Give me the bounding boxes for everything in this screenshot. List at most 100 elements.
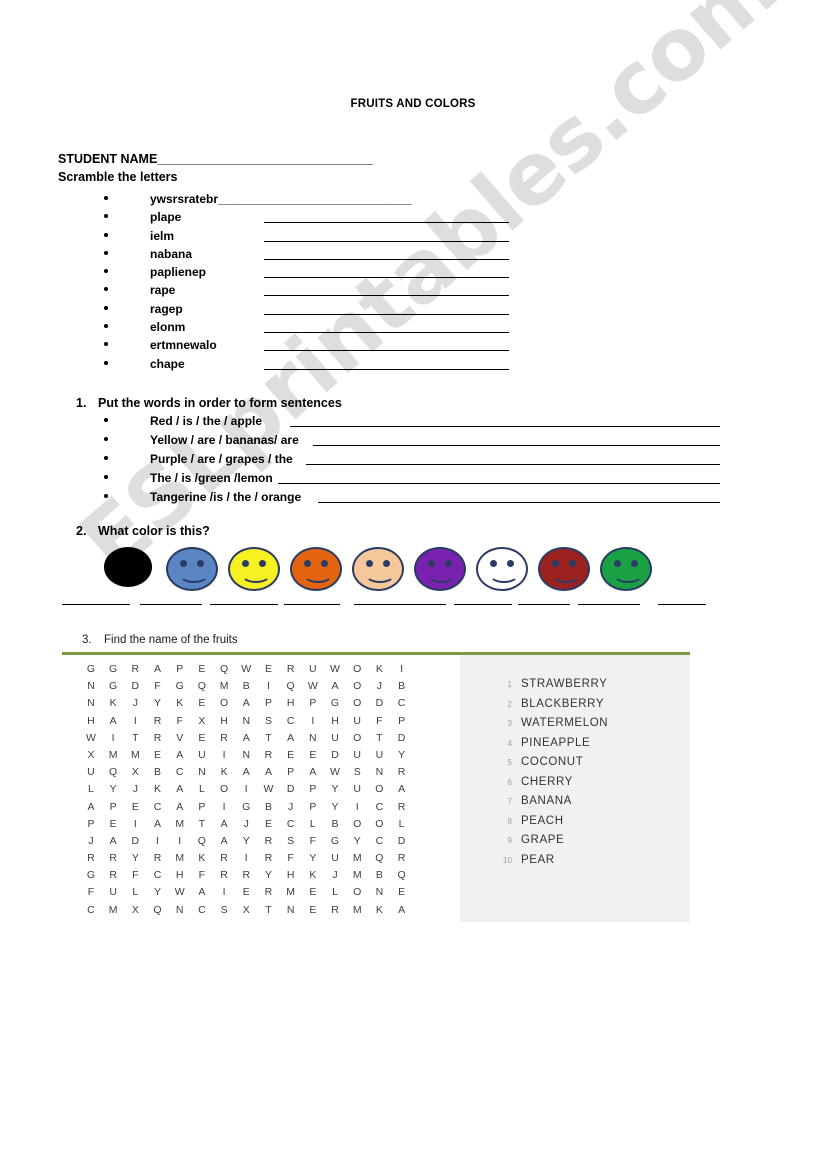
wordsearch-cell[interactable]: C [147,867,169,884]
wordsearch-cell[interactable]: D [368,695,390,712]
wordsearch-cell[interactable]: N [80,678,102,695]
wordsearch-cell[interactable]: R [258,833,280,850]
wordsearch-cell[interactable]: O [346,730,368,747]
wordsearch-cell[interactable]: A [235,695,257,712]
wordsearch-cell[interactable]: M [102,902,124,919]
wordsearch-cell[interactable]: S [258,713,280,730]
color-answer-blanks[interactable] [62,604,706,618]
wordsearch-cell[interactable]: R [213,730,235,747]
wordsearch-cell[interactable]: A [169,747,191,764]
wordsearch-cell[interactable]: D [124,833,146,850]
wordsearch-cell[interactable]: G [80,867,102,884]
wordsearch-cell[interactable]: Q [391,867,413,884]
wordsearch-cell[interactable]: O [368,816,390,833]
wordsearch-cell[interactable]: C [280,816,302,833]
wordsearch-cell[interactable]: N [302,730,324,747]
wordsearch-cell[interactable]: Y [324,781,346,798]
answer-line[interactable] [264,240,509,242]
wordsearch-cell[interactable]: A [258,764,280,781]
answer-line[interactable] [264,258,509,260]
wordsearch-cell[interactable]: P [102,799,124,816]
wordsearch-cell[interactable]: G [169,678,191,695]
wordsearch-cell[interactable]: M [169,816,191,833]
wordsearch-cell[interactable]: B [324,816,346,833]
wordsearch-cell[interactable]: T [368,730,390,747]
wordsearch-cell[interactable]: K [102,695,124,712]
wordsearch-cell[interactable]: E [191,661,213,678]
wordsearch-cell[interactable]: I [124,816,146,833]
wordsearch-cell[interactable]: Y [147,884,169,901]
wordsearch-cell[interactable]: L [191,781,213,798]
wordsearch-cell[interactable]: K [368,661,390,678]
wordsearch-cell[interactable]: C [368,799,390,816]
wordsearch-cell[interactable]: R [391,850,413,867]
wordsearch-cell[interactable]: U [346,713,368,730]
wordsearch-cell[interactable]: G [235,799,257,816]
wordsearch-cell[interactable]: H [280,867,302,884]
wordsearch-cell[interactable]: B [147,764,169,781]
color-answer-blank[interactable] [284,604,340,605]
answer-line[interactable] [264,350,509,352]
wordsearch-cell[interactable]: C [191,902,213,919]
wordsearch-cell[interactable]: S [346,764,368,781]
wordsearch-cell[interactable]: F [124,867,146,884]
color-answer-blank[interactable] [210,604,278,605]
wordsearch-cell[interactable]: Y [124,850,146,867]
wordsearch-cell[interactable]: P [169,661,191,678]
wordsearch-cell[interactable]: G [102,661,124,678]
wordsearch-cell[interactable]: J [80,833,102,850]
wordsearch-cell[interactable]: N [368,764,390,781]
wordsearch-cell[interactable]: T [258,902,280,919]
wordsearch-cell[interactable]: F [302,833,324,850]
wordsearch-cell[interactable]: R [258,747,280,764]
wordsearch-cell[interactable]: I [346,799,368,816]
wordsearch-cell[interactable]: A [235,730,257,747]
wordsearch-cell[interactable]: W [302,678,324,695]
wordsearch-cell[interactable]: H [213,713,235,730]
wordsearch-cell[interactable]: U [80,764,102,781]
wordsearch-cell[interactable]: I [124,713,146,730]
answer-line[interactable] [278,483,720,484]
answer-line[interactable] [264,313,509,315]
wordsearch-cell[interactable]: K [191,850,213,867]
wordsearch-cell[interactable]: C [80,902,102,919]
wordsearch-cell[interactable]: R [280,661,302,678]
wordsearch-cell[interactable]: Y [391,747,413,764]
wordsearch-cell[interactable]: I [102,730,124,747]
wordsearch-cell[interactable]: A [147,816,169,833]
wordsearch-cell[interactable]: O [346,816,368,833]
wordsearch-cell[interactable]: R [147,730,169,747]
wordsearch-cell[interactable]: B [235,678,257,695]
wordsearch-cell[interactable]: Y [324,799,346,816]
answer-line[interactable] [264,222,509,224]
wordsearch-cell[interactable]: M [213,678,235,695]
color-answer-blank[interactable] [140,604,202,605]
wordsearch-cell[interactable]: P [391,713,413,730]
wordsearch-cell[interactable]: E [124,799,146,816]
wordsearch-cell[interactable]: D [280,781,302,798]
wordsearch-cell[interactable]: K [213,764,235,781]
wordsearch-cell[interactable]: O [368,781,390,798]
wordsearch-cell[interactable]: E [280,747,302,764]
wordsearch-cell[interactable]: W [324,764,346,781]
wordsearch-cell[interactable]: D [391,833,413,850]
wordsearch-cell[interactable]: U [346,747,368,764]
wordsearch-cell[interactable]: Y [346,833,368,850]
wordsearch-cell[interactable]: R [235,867,257,884]
wordsearch-cell[interactable]: J [280,799,302,816]
wordsearch-cell[interactable]: R [324,902,346,919]
wordsearch-cell[interactable]: M [169,850,191,867]
wordsearch-cell[interactable]: B [368,867,390,884]
wordsearch-cell[interactable]: N [235,747,257,764]
answer-line[interactable] [264,332,509,334]
wordsearch-cell[interactable]: L [391,816,413,833]
wordsearch-cell[interactable]: E [258,661,280,678]
wordsearch-cell[interactable]: E [102,816,124,833]
wordsearch-cell[interactable]: G [102,678,124,695]
wordsearch-cell[interactable]: N [235,713,257,730]
wordsearch-cell[interactable]: F [147,678,169,695]
wordsearch-cell[interactable]: Y [102,781,124,798]
wordsearch-cell[interactable]: M [280,884,302,901]
wordsearch-cell[interactable]: I [391,661,413,678]
wordsearch-cell[interactable]: E [302,747,324,764]
